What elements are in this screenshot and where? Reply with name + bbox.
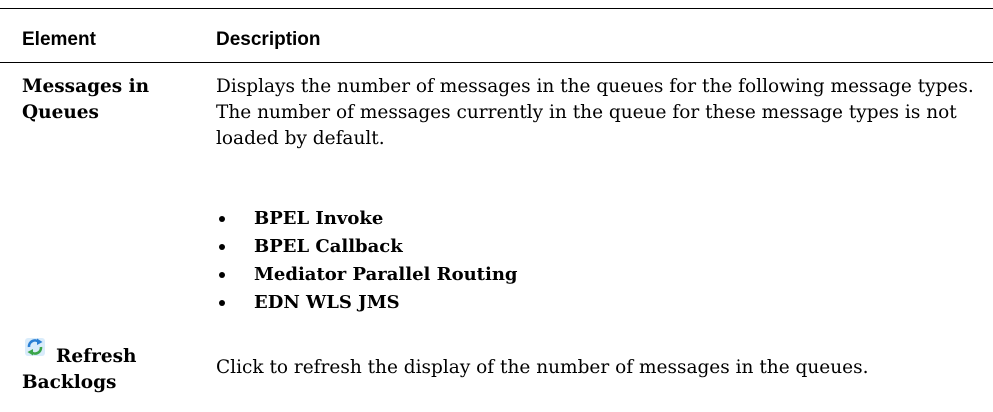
element-name-line: Backlogs bbox=[22, 372, 117, 393]
bullet-icon bbox=[219, 272, 225, 278]
row-messages-in-queues-element: Messages in Queues bbox=[22, 74, 207, 126]
bullet-icon bbox=[219, 244, 225, 250]
bullet-icon bbox=[219, 216, 225, 222]
element-name-line: Queues bbox=[22, 102, 99, 123]
table-header-rule bbox=[0, 62, 993, 63]
row-messages-in-queues-description: Displays the number of messages in the q… bbox=[216, 76, 974, 149]
table-top-rule bbox=[0, 8, 993, 9]
element-name-line: Messages in bbox=[22, 76, 150, 97]
row-refresh-backlogs-description: Click to refresh the display of the numb… bbox=[216, 357, 869, 378]
bullet-icon bbox=[219, 300, 225, 306]
column-header-description: Description bbox=[216, 29, 321, 50]
column-header-element: Element bbox=[22, 29, 96, 50]
element-name-line: Refresh bbox=[56, 346, 137, 367]
row-refresh-backlogs-element: Refresh Backlogs bbox=[22, 344, 207, 396]
